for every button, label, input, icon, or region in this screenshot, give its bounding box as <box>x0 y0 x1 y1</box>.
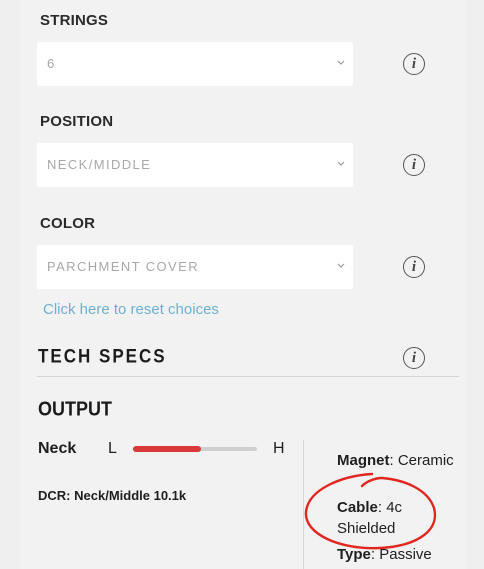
output-meter <box>133 446 257 452</box>
position-label: POSITION <box>40 113 114 130</box>
section-divider <box>37 376 459 377</box>
spec-magnet-value: Ceramic <box>397 452 454 469</box>
dcr-label: DCR: <box>38 488 71 503</box>
spec-magnet: Magnet: Ceramic <box>337 452 454 469</box>
color-select-value: PARCHMENT COVER <box>47 259 199 274</box>
dcr-value: Neck/Middle 10.1k <box>74 488 187 503</box>
output-high-label: H <box>273 440 285 457</box>
spec-magnet-key: Magnet <box>337 452 390 469</box>
dcr-row: DCR: Neck/Middle 10.1k <box>38 488 186 503</box>
spec-type-value: Passive <box>379 546 432 563</box>
strings-select-value: 6 <box>47 56 56 71</box>
tech-specs-heading: TECH SPECS <box>38 345 167 367</box>
specs-vertical-divider <box>303 440 304 569</box>
chevron-down-icon <box>337 60 345 65</box>
color-select[interactable]: PARCHMENT COVER <box>37 245 353 289</box>
color-info-icon[interactable]: i <box>403 256 425 278</box>
position-info-icon[interactable]: i <box>403 154 425 176</box>
strings-label: STRINGS <box>40 12 109 29</box>
position-select-value: NECK/MIDDLE <box>47 157 152 172</box>
chevron-down-icon <box>337 161 345 166</box>
spec-type: Type: Passive <box>337 546 432 563</box>
spec-type-key: Type <box>337 546 371 563</box>
reset-choices-link[interactable]: Click here to reset choices <box>43 301 219 318</box>
neck-label: Neck <box>38 440 77 457</box>
spec-cable-key: Cable <box>337 499 378 516</box>
color-label: COLOR <box>40 215 96 232</box>
output-heading: OUTPUT <box>38 397 112 420</box>
output-low-label: L <box>108 440 117 457</box>
output-meter-fill <box>133 446 202 452</box>
position-select[interactable]: NECK/MIDDLE <box>37 143 353 187</box>
chevron-down-icon <box>337 263 345 268</box>
tech-specs-info-icon[interactable]: i <box>403 347 425 369</box>
strings-select[interactable]: 6 <box>37 42 353 86</box>
spec-cable: Cable: 4c Shielded <box>337 499 403 537</box>
strings-info-icon[interactable]: i <box>403 53 425 75</box>
